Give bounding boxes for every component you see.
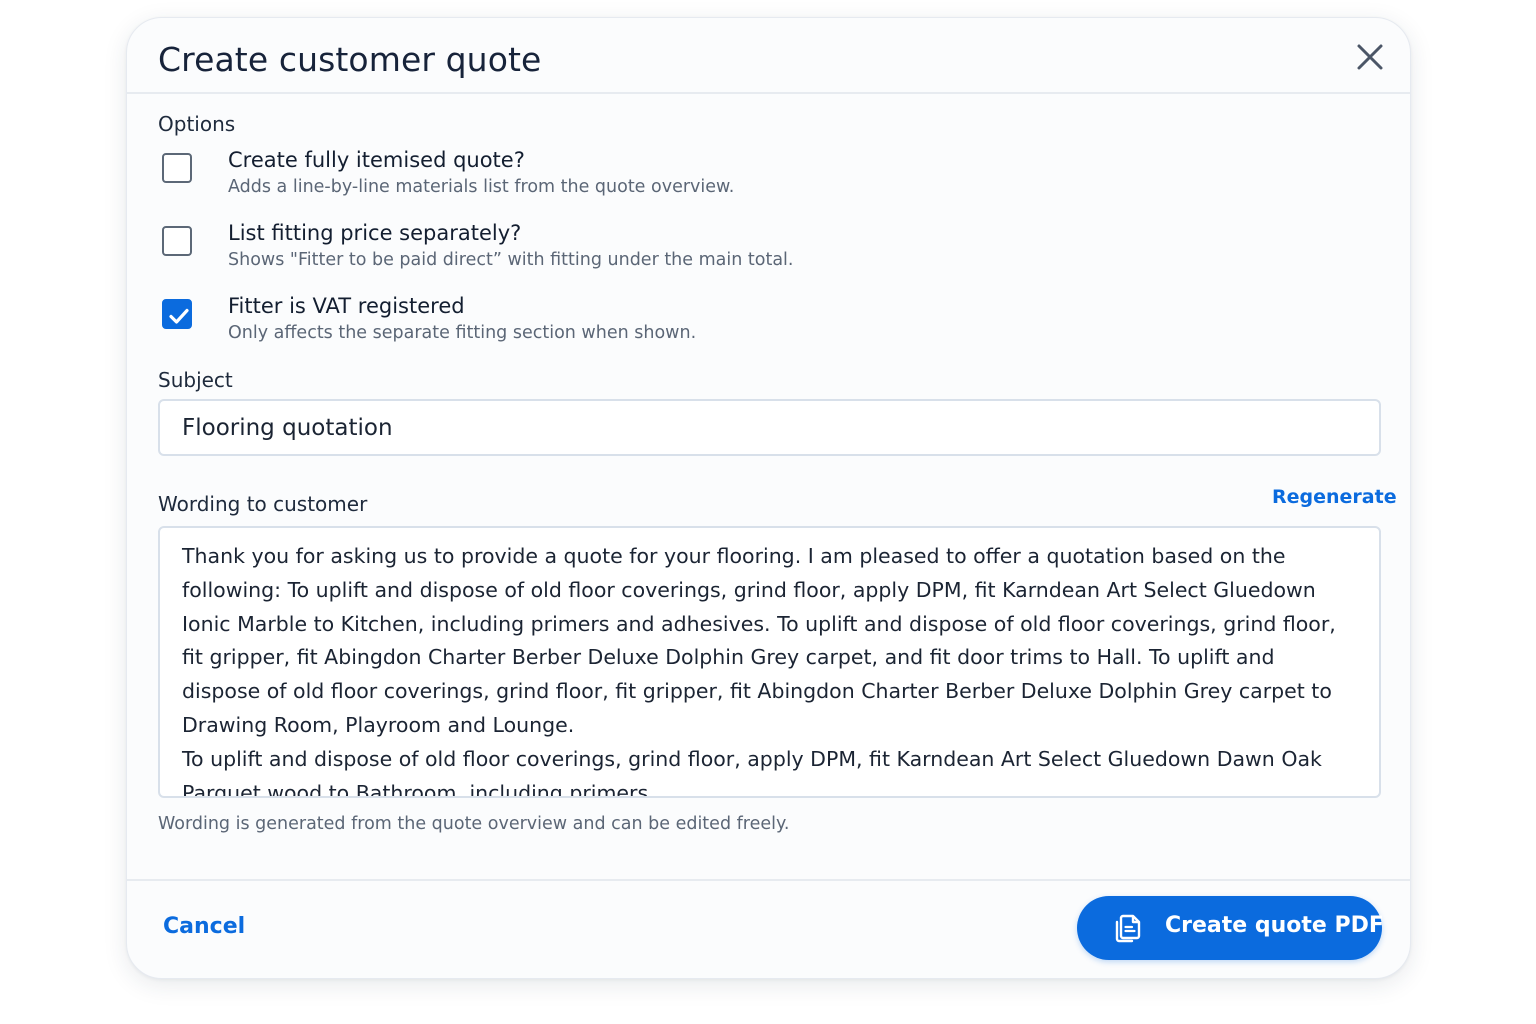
option-fitting-separately[interactable]: List fitting price separately? Shows "Fi… [162, 221, 862, 286]
subject-label: Subject [158, 368, 233, 392]
fitter-vat-checkbox[interactable] [162, 299, 192, 329]
option-title: Create fully itemised quote? [228, 148, 525, 172]
option-itemised-quote[interactable]: Create fully itemised quote? Adds a line… [162, 148, 862, 213]
close-icon [1357, 44, 1383, 70]
checkmark-icon [169, 308, 189, 324]
wording-textarea[interactable]: Thank you for asking us to provide a quo… [158, 526, 1381, 798]
create-quote-dialog: Create customer quote Options Create ful… [126, 17, 1411, 979]
option-description: Only affects the separate fitting sectio… [228, 323, 697, 343]
footer-divider [127, 879, 1410, 881]
wording-label: Wording to customer [158, 492, 368, 516]
options-label: Options [158, 112, 236, 136]
pdf-document-icon [1115, 914, 1141, 943]
option-description: Adds a line-by-line materials list from … [228, 177, 735, 197]
fitting-separately-checkbox[interactable] [162, 226, 192, 256]
create-quote-pdf-button[interactable]: Create quote PDF [1077, 896, 1384, 960]
wording-hint: Wording is generated from the quote over… [158, 814, 790, 834]
cancel-button[interactable]: Cancel [163, 914, 245, 939]
wording-paragraph: To uplift and dispose of old floor cover… [182, 746, 1322, 798]
subject-input[interactable] [158, 399, 1381, 456]
create-quote-pdf-label: Create quote PDF [1165, 913, 1384, 938]
option-description: Shows "Fitter to be paid direct” with fi… [228, 250, 794, 270]
option-title: Fitter is VAT registered [228, 294, 465, 318]
regenerate-button[interactable]: Regenerate [1272, 486, 1397, 508]
itemised-quote-checkbox[interactable] [162, 153, 192, 183]
dialog-header: Create customer quote [127, 18, 1410, 94]
wording-paragraph: Thank you for asking us to provide a quo… [182, 544, 1336, 737]
option-fitter-vat[interactable]: Fitter is VAT registered Only affects th… [162, 294, 862, 359]
option-title: List fitting price separately? [228, 221, 522, 245]
close-button[interactable] [1355, 42, 1385, 72]
dialog-title: Create customer quote [158, 40, 542, 79]
